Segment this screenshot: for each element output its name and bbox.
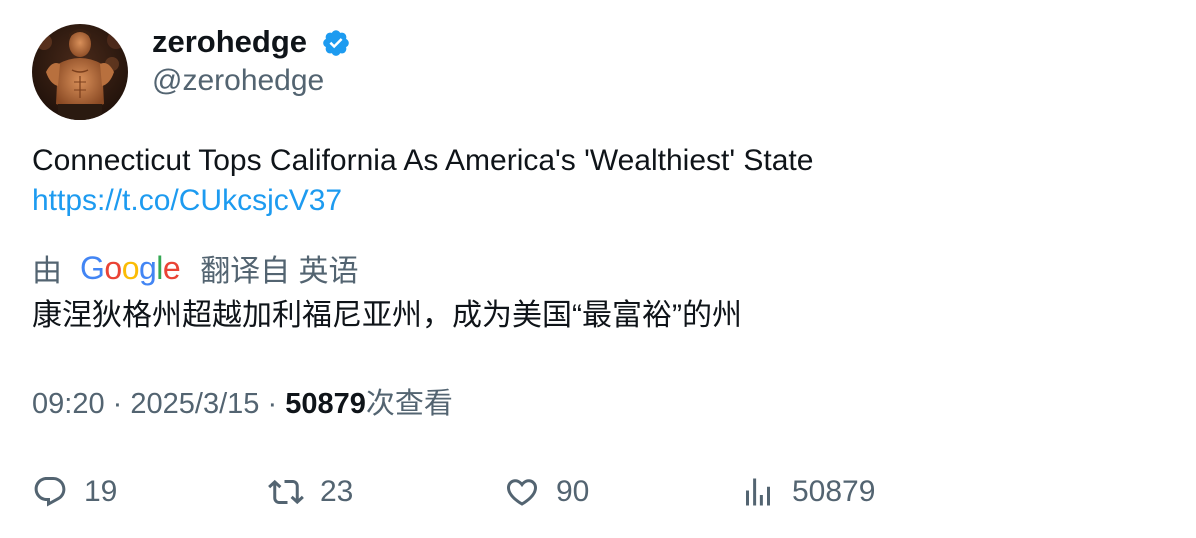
google-logo: Google [80, 249, 181, 287]
speech-bubble-icon [34, 477, 66, 507]
google-logo-letter: o [104, 249, 122, 286]
tweet-link[interactable]: https://t.co/CUkcsjcV37 [32, 181, 342, 221]
meta-separator: · [112, 388, 123, 420]
verified-badge-icon [323, 30, 349, 56]
avatar[interactable] [32, 24, 128, 120]
retweet-button[interactable]: 23 [268, 470, 353, 514]
bar-chart-icon [746, 478, 770, 506]
meta-separator: · [267, 388, 278, 420]
google-logo-letter: G [80, 249, 105, 286]
like-count: 90 [556, 475, 590, 508]
google-logo-letter: o [121, 249, 140, 286]
views-button[interactable]: 50879 [740, 470, 875, 514]
like-button[interactable]: 90 [504, 470, 589, 514]
tweet-meta: 09:20 · 2025/3/15 · 50879次查看 [32, 383, 453, 425]
avatar-image [32, 24, 128, 120]
translated-from-label[interactable]: 翻译自 英语 [200, 246, 358, 290]
views-action-count: 50879 [792, 475, 876, 508]
translation-attribution: 由 Google 翻译自 英语 [32, 246, 359, 290]
tweet-text: Connecticut Tops California As America's… [32, 144, 814, 177]
tweet-time[interactable]: 09:20 [32, 388, 105, 420]
google-logo-letter: g [138, 249, 157, 286]
reply-count: 19 [84, 475, 118, 508]
views-label: 次查看 [365, 388, 453, 420]
tweet-card: zerohedge @zerohedge Connecticut Tops Ca… [0, 0, 1196, 538]
user-handle[interactable]: @zerohedge [152, 62, 324, 100]
translated-tweet-text: 康涅狄格州超越加利福尼亚州，成为美国“最富裕”的州 [32, 299, 742, 332]
google-logo-letter: e [162, 249, 181, 286]
heart-icon [506, 479, 538, 506]
google-logo-letter: l [156, 249, 163, 286]
translated-by-label: 由 [32, 255, 62, 288]
tweet-date[interactable]: 2025/3/15 [130, 388, 259, 420]
reply-button[interactable]: 19 [32, 470, 117, 514]
views-count: 50879 [285, 388, 366, 420]
retweet-arrows-icon [268, 479, 304, 505]
retweet-count: 23 [320, 475, 354, 508]
display-name[interactable]: zerohedge [152, 22, 307, 62]
